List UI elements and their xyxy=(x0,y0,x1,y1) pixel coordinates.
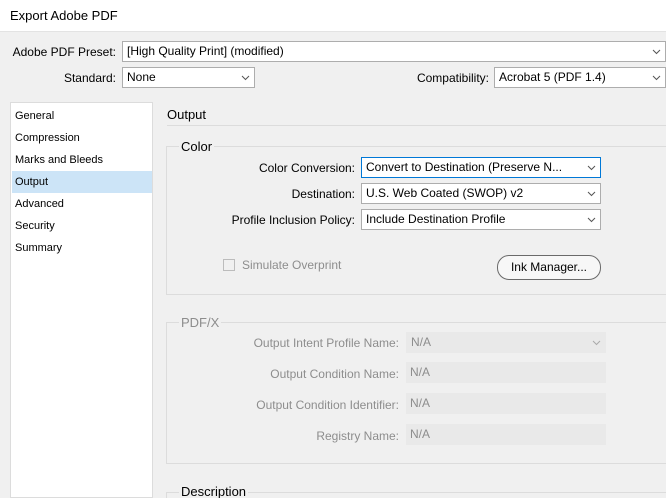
description-group-title: Description xyxy=(179,484,249,498)
color-group-title: Color xyxy=(179,139,215,154)
destination-dropdown[interactable]: U.S. Web Coated (SWOP) v2 xyxy=(361,183,601,204)
standard-label: Standard: xyxy=(63,71,116,85)
sidebar-item-compression[interactable]: Compression xyxy=(12,127,152,149)
sidebar-item-label: Security xyxy=(15,220,55,232)
title-bar: Export Adobe PDF xyxy=(0,0,666,32)
sidebar-item-security[interactable]: Security xyxy=(12,215,152,237)
chevron-down-icon xyxy=(652,49,661,55)
chevron-down-icon xyxy=(592,340,601,346)
preset-label: Adobe PDF Preset: xyxy=(12,45,116,59)
sidebar-item-marks-and-bleeds[interactable]: Marks and Bleeds xyxy=(12,149,152,171)
color-conversion-label: Color Conversion: xyxy=(258,161,355,175)
sidebar-item-advanced[interactable]: Advanced xyxy=(12,193,152,215)
sidebar-item-output[interactable]: Output xyxy=(12,171,152,193)
window-title: Export Adobe PDF xyxy=(10,8,118,23)
output-intent-dropdown[interactable]: N/A xyxy=(406,332,606,353)
output-condition-identifier-value: N/A xyxy=(410,396,431,410)
color-conversion-dropdown[interactable]: Convert to Destination (Preserve N... xyxy=(361,157,601,178)
standard-dropdown[interactable]: None xyxy=(122,67,255,88)
profile-inclusion-value: Include Destination Profile xyxy=(366,212,506,226)
standard-value: None xyxy=(127,70,156,84)
chevron-down-icon xyxy=(587,191,596,197)
profile-inclusion-dropdown[interactable]: Include Destination Profile xyxy=(361,209,601,230)
ink-manager-label: Ink Manager... xyxy=(510,260,588,274)
sidebar-item-label: Marks and Bleeds xyxy=(15,154,104,166)
sidebar-item-label: Advanced xyxy=(15,198,64,210)
sidebar-item-label: Compression xyxy=(15,132,80,144)
output-condition-name-label: Output Condition Name: xyxy=(270,367,399,381)
sidebar-item-label: Summary xyxy=(15,242,63,254)
sidebar-item-general[interactable]: General xyxy=(12,105,152,127)
pdfx-group-title: PDF/X xyxy=(179,315,222,330)
preset-dropdown[interactable]: [High Quality Print] (modified) xyxy=(122,41,666,62)
page-title: Output xyxy=(167,107,207,122)
sidebar-item-summary[interactable]: Summary xyxy=(12,237,152,259)
chevron-down-icon xyxy=(652,75,661,81)
sidebar-item-label: Output xyxy=(15,176,49,188)
destination-value: U.S. Web Coated (SWOP) v2 xyxy=(366,186,524,200)
simulate-overprint-checkbox[interactable] xyxy=(223,259,235,271)
output-condition-identifier-label: Output Condition Identifier: xyxy=(256,398,399,412)
chevron-down-icon xyxy=(241,75,250,81)
output-intent-label: Output Intent Profile Name: xyxy=(253,336,399,350)
profile-inclusion-label: Profile Inclusion Policy: xyxy=(231,213,355,227)
compatibility-value: Acrobat 5 (PDF 1.4) xyxy=(499,70,606,84)
destination-label: Destination: xyxy=(291,187,355,201)
output-condition-name-value: N/A xyxy=(410,365,431,379)
ink-manager-button[interactable]: Ink Manager... xyxy=(497,255,601,280)
output-intent-value: N/A xyxy=(411,335,432,349)
preset-value: [High Quality Print] (modified) xyxy=(127,44,284,58)
registry-name-value: N/A xyxy=(410,427,431,441)
sidebar-item-label: General xyxy=(15,110,55,122)
divider xyxy=(167,125,666,126)
chevron-down-icon xyxy=(587,217,596,223)
color-conversion-value: Convert to Destination (Preserve N... xyxy=(366,160,563,174)
chevron-down-icon xyxy=(587,165,596,171)
compatibility-dropdown[interactable]: Acrobat 5 (PDF 1.4) xyxy=(494,67,666,88)
sidebar: General Compression Marks and Bleeds Out… xyxy=(10,102,153,498)
registry-name-field[interactable]: N/A xyxy=(406,424,606,445)
output-condition-identifier-field[interactable]: N/A xyxy=(406,393,606,414)
output-condition-name-field[interactable]: N/A xyxy=(406,362,606,383)
compatibility-label: Compatibility: xyxy=(416,71,489,85)
registry-name-label: Registry Name: xyxy=(316,429,399,443)
simulate-overprint-label: Simulate Overprint xyxy=(242,258,342,272)
